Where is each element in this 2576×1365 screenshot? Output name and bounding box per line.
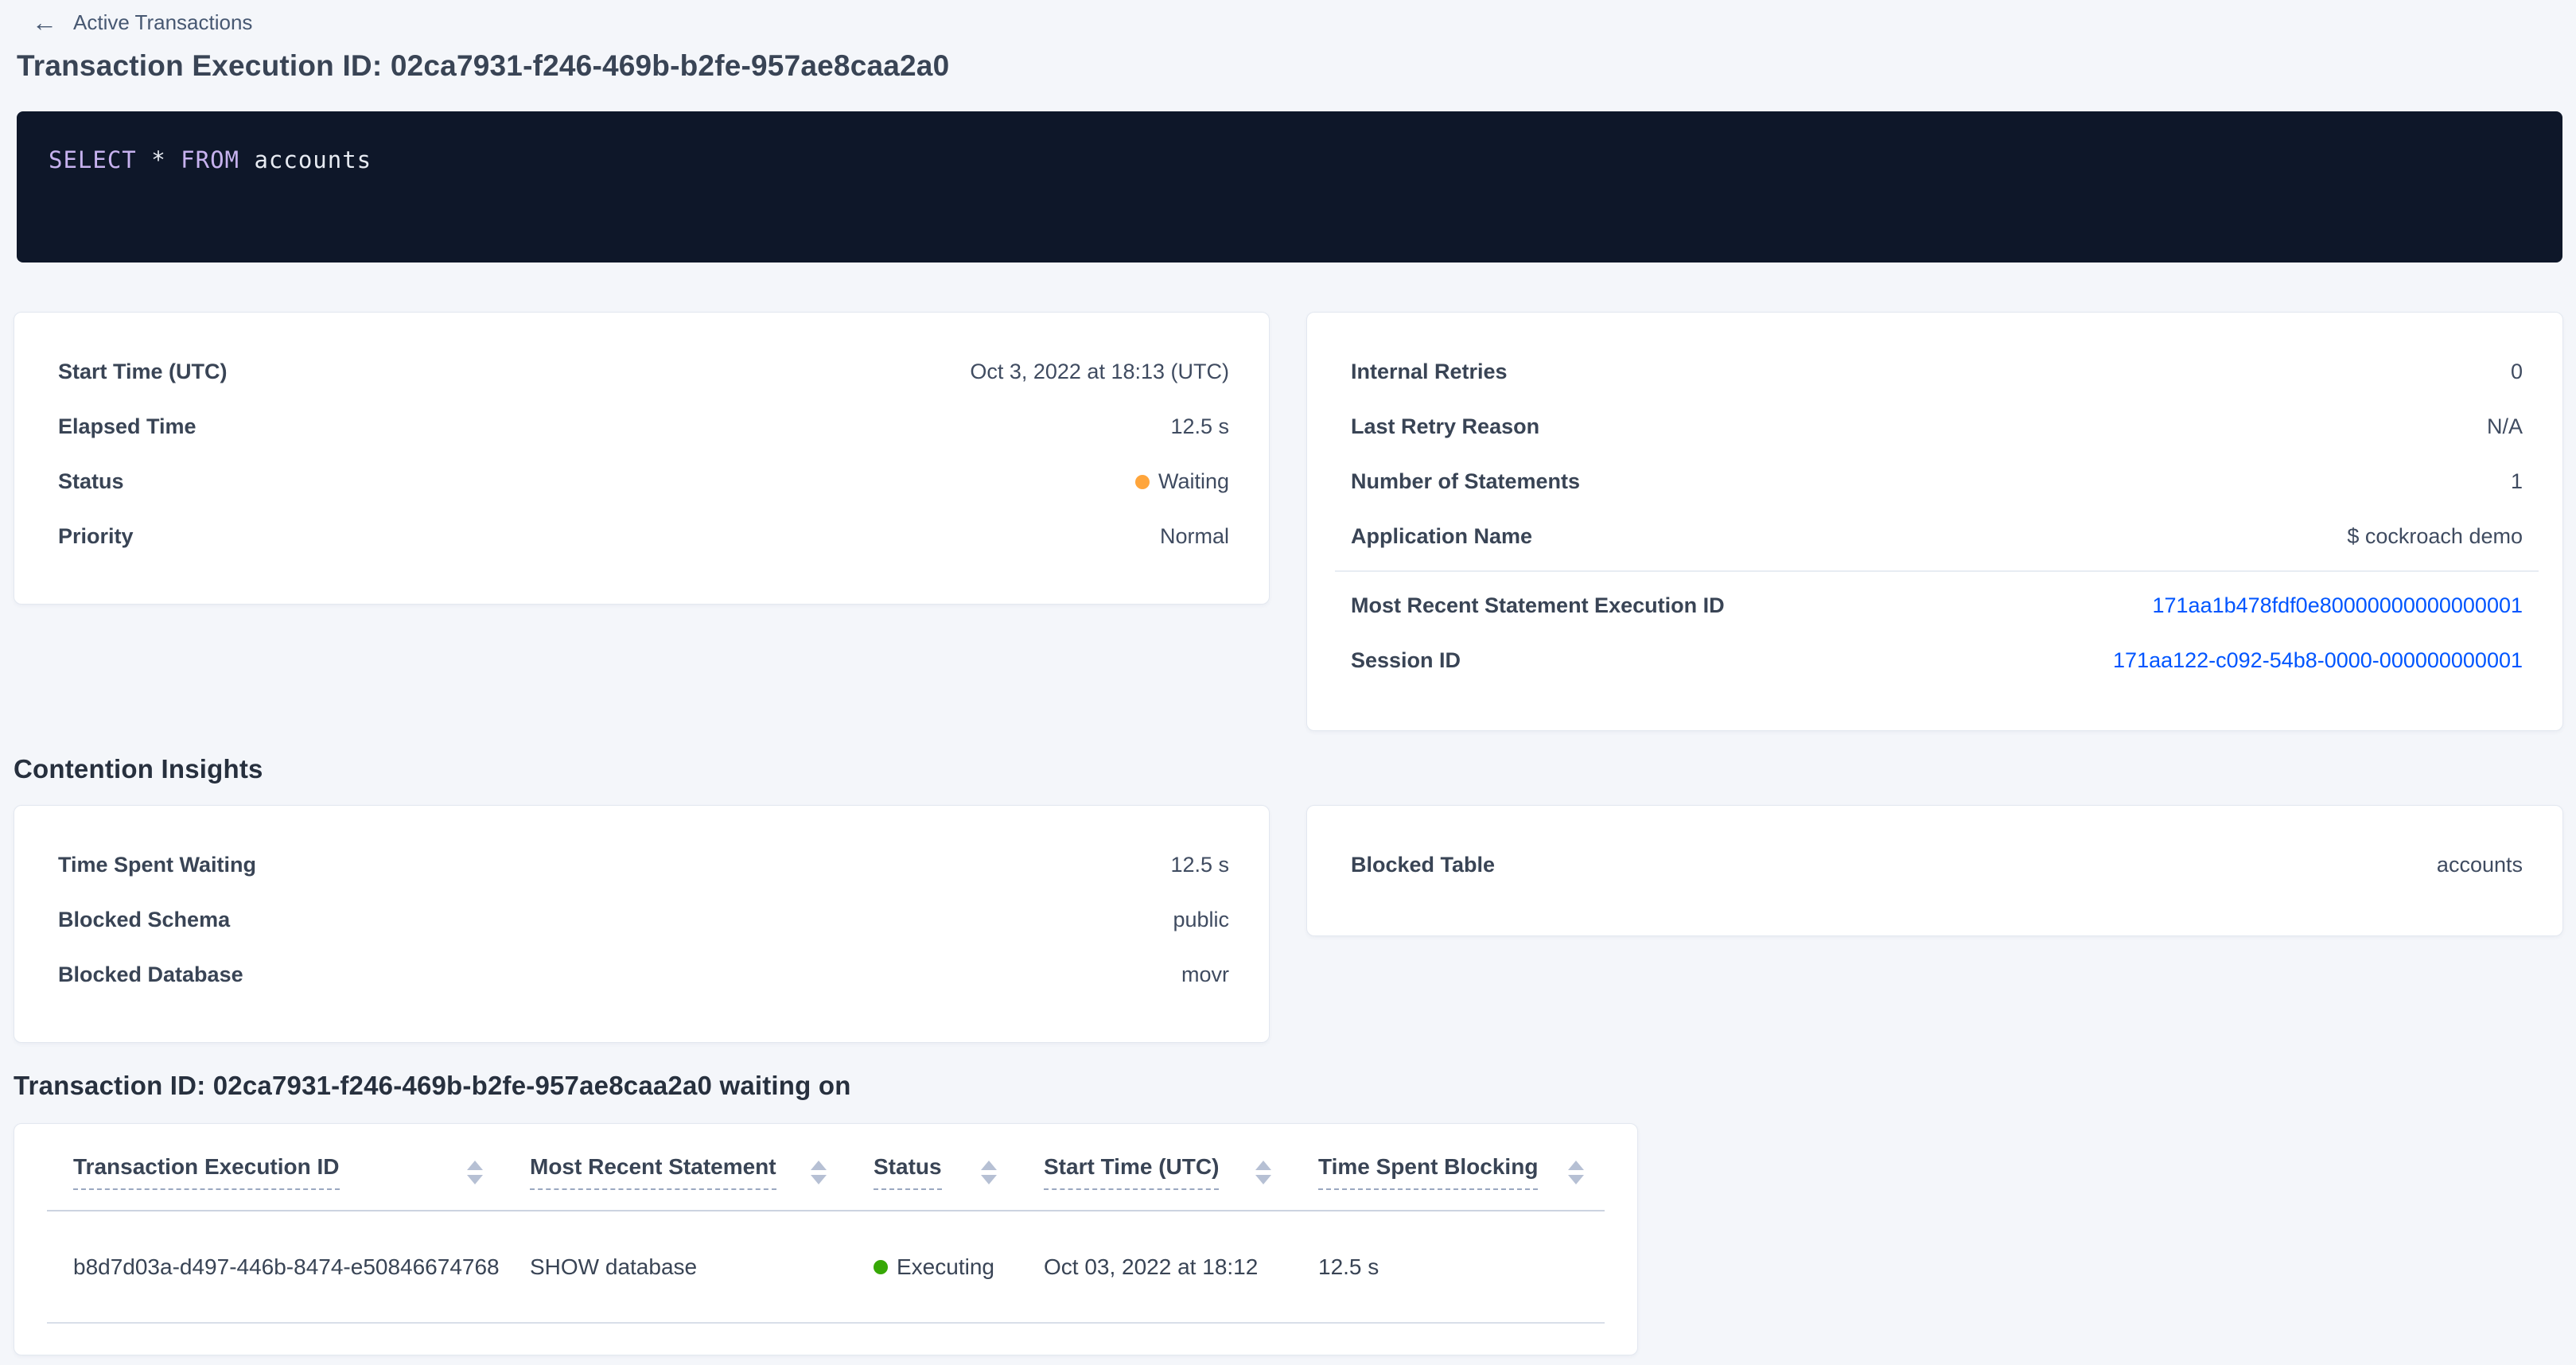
summary-row: Internal Retries 0 (1351, 344, 2523, 399)
summary-label: Blocked Table (1351, 853, 1495, 877)
cell-transaction-execution-id: b8d7d03a-d497-446b-8474-e50846674768 (47, 1254, 504, 1280)
summary-label: Time Spent Waiting (58, 853, 256, 877)
status-text: Executing (897, 1254, 994, 1280)
summary-row: Blocked Schema public (58, 892, 1229, 947)
transaction-summary-card: Start Time (UTC) Oct 3, 2022 at 18:13 (U… (14, 312, 1270, 605)
column-header-label[interactable]: Transaction Execution ID (73, 1154, 340, 1190)
execution-details-card: Internal Retries 0 Last Retry Reason N/A… (1306, 312, 2563, 731)
summary-label: Blocked Schema (58, 908, 230, 932)
summary-label: Priority (58, 524, 134, 549)
summary-label: Internal Retries (1351, 360, 1508, 384)
summary-row: Blocked Database movr (58, 947, 1229, 1002)
summary-row: Last Retry Reason N/A (1351, 399, 2523, 454)
sql-text: accounts (239, 146, 372, 173)
contention-details-card: Time Spent Waiting 12.5 s Blocked Schema… (14, 805, 1270, 1043)
summary-row: Time Spent Waiting 12.5 s (58, 838, 1229, 892)
summary-row: Start Time (UTC) Oct 3, 2022 at 18:13 (U… (58, 344, 1229, 399)
waiting-on-heading: Transaction ID: 02ca7931-f246-469b-b2fe-… (14, 1071, 851, 1101)
summary-label: Application Name (1351, 524, 1532, 549)
cell-status: Executing (847, 1254, 1018, 1280)
sort-arrows-icon[interactable] (467, 1161, 483, 1184)
summary-label: Most Recent Statement Execution ID (1351, 593, 1725, 618)
summary-label: Session ID (1351, 648, 1461, 673)
blocked-table-value: accounts (2437, 853, 2523, 877)
cell-start-time: Oct 03, 2022 at 18:12 (1018, 1254, 1292, 1280)
table-row: b8d7d03a-d497-446b-8474-e50846674768 SHO… (47, 1211, 1605, 1324)
blocked-database-value: movr (1181, 962, 1229, 987)
time-spent-waiting-value: 12.5 s (1170, 853, 1229, 877)
column-header-label[interactable]: Most Recent Statement (530, 1154, 776, 1190)
elapsed-time-value: 12.5 s (1170, 414, 1229, 439)
column-header-transaction-execution-id[interactable]: Transaction Execution ID (47, 1124, 504, 1210)
summary-label: Status (58, 469, 124, 494)
breadcrumb[interactable]: ← Active Transactions (32, 10, 252, 35)
summary-label: Elapsed Time (58, 414, 197, 439)
blocked-table-card: Blocked Table accounts (1306, 805, 2563, 936)
summary-label: Number of Statements (1351, 469, 1580, 494)
summary-row: Elapsed Time 12.5 s (58, 399, 1229, 454)
back-arrow-icon[interactable]: ← (32, 10, 57, 35)
summary-row: Session ID 171aa122-c092-54b8-0000-00000… (1351, 633, 2523, 688)
blocked-schema-value: public (1173, 908, 1229, 932)
summary-row: Application Name $ cockroach demo (1351, 509, 2523, 564)
application-name-value: $ cockroach demo (2347, 524, 2523, 549)
sql-keyword: SELECT (49, 146, 137, 173)
page-title: Transaction Execution ID: 02ca7931-f246-… (17, 49, 949, 83)
column-header-start-time[interactable]: Start Time (UTC) (1018, 1124, 1292, 1210)
statement-execution-id-link[interactable]: 171aa1b478fdf0e80000000000000001 (2153, 593, 2523, 618)
last-retry-reason-value: N/A (2487, 414, 2523, 439)
sort-arrows-icon[interactable] (1568, 1161, 1584, 1184)
status-waiting-dot-icon (1135, 475, 1150, 489)
waiting-on-table-card: Transaction Execution ID Most Recent Sta… (14, 1123, 1638, 1355)
summary-label: Last Retry Reason (1351, 414, 1539, 439)
column-header-status[interactable]: Status (847, 1124, 1018, 1210)
summary-row: Priority Normal (58, 509, 1229, 564)
session-id-link[interactable]: 171aa122-c092-54b8-0000-000000000001 (2113, 648, 2523, 673)
sort-arrows-icon[interactable] (1255, 1161, 1271, 1184)
status-value: Waiting (1135, 469, 1229, 494)
internal-retries-value: 0 (2511, 360, 2523, 384)
summary-label: Blocked Database (58, 962, 243, 987)
summary-row: Number of Statements 1 (1351, 454, 2523, 509)
sort-arrows-icon[interactable] (981, 1161, 997, 1184)
cell-time-spent-blocking: 12.5 s (1292, 1254, 1605, 1280)
summary-row: Blocked Table accounts (1351, 838, 2523, 892)
table-header-row: Transaction Execution ID Most Recent Sta… (47, 1124, 1605, 1211)
waiting-on-table: Transaction Execution ID Most Recent Sta… (47, 1124, 1605, 1324)
priority-value: Normal (1160, 524, 1229, 549)
number-of-statements-value: 1 (2511, 469, 2523, 494)
summary-label: Start Time (UTC) (58, 360, 228, 384)
card-divider (1335, 570, 2539, 572)
summary-row: Most Recent Statement Execution ID 171aa… (1351, 578, 2523, 633)
column-header-label[interactable]: Start Time (UTC) (1044, 1154, 1219, 1190)
summary-row: Status Waiting (58, 454, 1229, 509)
column-header-most-recent-statement[interactable]: Most Recent Statement (504, 1124, 847, 1210)
sql-statement-text: SELECT * FROM accounts (49, 146, 2531, 173)
sql-keyword: FROM (181, 146, 239, 173)
cell-most-recent-statement: SHOW database (504, 1254, 847, 1280)
column-header-label[interactable]: Status (874, 1154, 942, 1190)
status-executing-dot-icon (874, 1260, 888, 1274)
column-header-time-spent-blocking[interactable]: Time Spent Blocking (1292, 1124, 1605, 1210)
status-text: Waiting (1158, 469, 1229, 494)
back-link-label[interactable]: Active Transactions (73, 10, 252, 35)
sql-text: * (137, 146, 181, 173)
start-time-value: Oct 3, 2022 at 18:13 (UTC) (970, 360, 1229, 384)
active-transaction-details-page: ← Active Transactions Transaction Execut… (0, 0, 2576, 1365)
sql-statement-box: SELECT * FROM accounts (17, 111, 2562, 262)
sort-arrows-icon[interactable] (811, 1161, 827, 1184)
contention-insights-heading: Contention Insights (14, 754, 263, 784)
column-header-label[interactable]: Time Spent Blocking (1318, 1154, 1538, 1190)
